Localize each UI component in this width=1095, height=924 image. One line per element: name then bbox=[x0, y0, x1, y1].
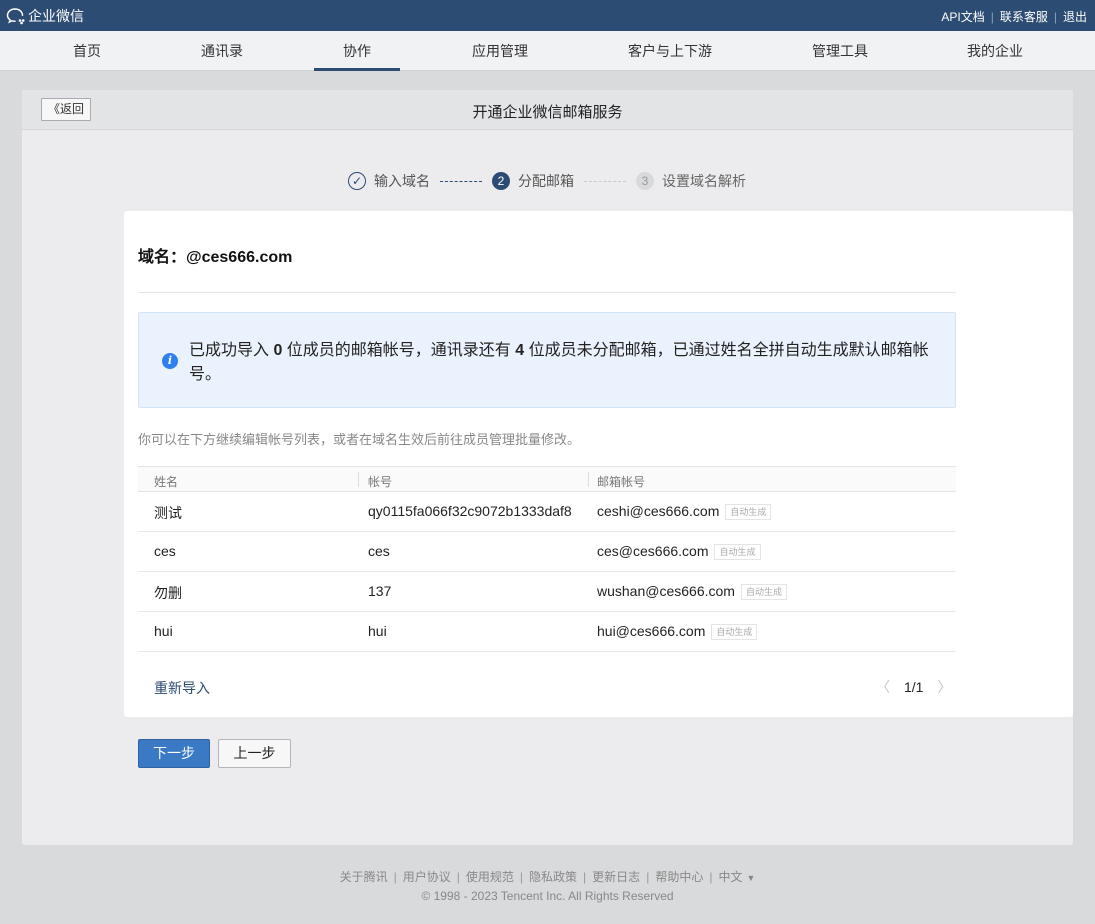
next-step-button[interactable]: 下一步 bbox=[138, 739, 210, 768]
cell-email: hui@ces666.com 自动生成 bbox=[597, 623, 758, 641]
nav-customers[interactable]: 客户与上下游 bbox=[610, 31, 730, 71]
table-row[interactable]: 测试 qy0115fa066f32c9072b1333daf8 ceshi@ce… bbox=[138, 492, 956, 532]
caret-down-icon: ▼ bbox=[746, 873, 756, 883]
cell-name: 勿删 bbox=[154, 585, 182, 601]
step-number: 2 bbox=[492, 172, 510, 190]
divider: | bbox=[456, 870, 460, 884]
nav-contacts[interactable]: 通讯录 bbox=[172, 31, 272, 71]
app-title: 企业微信 bbox=[28, 8, 84, 24]
app-logo[interactable]: 企业微信 bbox=[6, 6, 84, 26]
info-notice: i 已成功导入 0 位成员的邮箱帐号，通讯录还有 4 位成员未分配邮箱，已通过姓… bbox=[138, 312, 956, 408]
language-label: 中文 bbox=[718, 870, 743, 884]
wecom-logo-icon bbox=[6, 8, 25, 25]
step-label: 分配邮箱 bbox=[518, 173, 574, 189]
nav-home[interactable]: 首页 bbox=[38, 31, 136, 71]
cell-email: wushan@ces666.com 自动生成 bbox=[597, 583, 787, 601]
step-input-domain: ✓ 输入域名 bbox=[348, 171, 430, 191]
nav-app-management[interactable]: 应用管理 bbox=[450, 31, 550, 71]
divider: | bbox=[393, 870, 397, 884]
step-dns-setup: 3 设置域名解析 bbox=[636, 171, 746, 191]
col-divider bbox=[358, 472, 359, 487]
top-links: API文档 | 联系客服 | 退出 bbox=[941, 8, 1087, 25]
col-email: 邮箱帐号 bbox=[597, 475, 646, 489]
cell-account: qy0115fa066f32c9072b1333daf8 bbox=[368, 503, 572, 519]
nav-collaboration[interactable]: 协作 bbox=[314, 31, 400, 71]
reimport-link[interactable]: 重新导入 bbox=[154, 678, 210, 698]
cell-name: 测试 bbox=[154, 505, 182, 521]
cell-account: ces bbox=[368, 543, 390, 559]
logout-link[interactable]: 退出 bbox=[1063, 8, 1087, 25]
copyright: © 1998 - 2023 Tencent Inc. All Rights Re… bbox=[421, 889, 674, 903]
footer-link-changelog[interactable]: 更新日志 bbox=[592, 870, 640, 884]
divider: | bbox=[646, 870, 650, 884]
table-row[interactable]: hui hui hui@ces666.com 自动生成 bbox=[138, 612, 956, 652]
auto-generated-badge: 自动生成 bbox=[725, 504, 772, 521]
col-name: 姓名 bbox=[154, 475, 179, 489]
cell-name: ces bbox=[154, 543, 176, 559]
divider: | bbox=[583, 870, 587, 884]
prev-step-button[interactable]: 上一步 bbox=[218, 739, 291, 768]
chevron-right-icon[interactable]: 〉 bbox=[937, 677, 951, 697]
check-icon: ✓ bbox=[348, 172, 366, 190]
language-selector[interactable]: 中文 ▼ bbox=[718, 870, 755, 884]
divider: | bbox=[709, 870, 713, 884]
auto-generated-badge: 自动生成 bbox=[714, 544, 761, 561]
step-label: 输入域名 bbox=[374, 173, 430, 189]
info-icon: i bbox=[162, 353, 178, 369]
contact-support-link[interactable]: 联系客服 bbox=[1000, 8, 1048, 25]
step-connector bbox=[584, 180, 626, 182]
chevron-left-icon[interactable]: 〈 bbox=[876, 677, 890, 697]
divider: | bbox=[519, 870, 524, 884]
col-account: 帐号 bbox=[368, 475, 393, 489]
footer-link-privacy[interactable]: 隐私政策 bbox=[529, 870, 577, 884]
table-header: 姓名 帐号 邮箱帐号 bbox=[138, 466, 956, 492]
top-bar: 企业微信 API文档 | 联系客服 | 退出 bbox=[0, 0, 1095, 31]
footer-link-help[interactable]: 帮助中心 bbox=[655, 870, 703, 884]
divider bbox=[138, 292, 956, 293]
table-row[interactable]: 勿删 137 wushan@ces666.com 自动生成 bbox=[138, 572, 956, 612]
step-connector bbox=[440, 180, 482, 182]
cell-account: 137 bbox=[368, 583, 392, 599]
progress-steps: ✓ 输入域名 2 分配邮箱 3 设置域名解析 bbox=[348, 170, 746, 192]
notice-text: 已成功导入 0 位成员的邮箱帐号，通讯录还有 4 位成员未分配邮箱，已通过姓名全… bbox=[189, 339, 929, 387]
notice-segment: 位成员的邮箱帐号，通讯录还有 bbox=[282, 342, 516, 359]
email-value[interactable]: ceshi@ces666.com bbox=[597, 503, 719, 519]
cell-name: hui bbox=[154, 623, 173, 639]
unassigned-count: 4 bbox=[515, 342, 525, 359]
auto-generated-badge: 自动生成 bbox=[711, 624, 758, 641]
footer-link-terms[interactable]: 用户协议 bbox=[403, 870, 451, 884]
cell-account: hui bbox=[368, 623, 387, 639]
email-value[interactable]: ces@ces666.com bbox=[597, 543, 708, 559]
notice-segment: 已成功导入 bbox=[189, 342, 274, 359]
footer-link-about[interactable]: 关于腾讯 bbox=[340, 870, 388, 884]
step-assign-mailbox: 2 分配邮箱 bbox=[492, 171, 574, 191]
domain-title: 域名：@ces666.com bbox=[138, 249, 293, 266]
email-value[interactable]: wushan@ces666.com bbox=[597, 583, 735, 599]
main-panel: 《返回 开通企业微信邮箱服务 ✓ 输入域名 2 分配邮箱 3 设置域名解析 域名… bbox=[22, 90, 1073, 845]
divider: | bbox=[990, 9, 994, 24]
email-value[interactable]: hui@ces666.com bbox=[597, 623, 705, 639]
mailbox-card: 域名：@ces666.com i 已成功导入 0 位成员的邮箱帐号，通讯录还有 … bbox=[124, 211, 1073, 717]
pagination: 〈 1/1 〉 bbox=[876, 677, 951, 697]
nav-management-tools[interactable]: 管理工具 bbox=[790, 31, 890, 71]
page-title: 开通企业微信邮箱服务 bbox=[472, 104, 623, 121]
cell-email: ces@ces666.com 自动生成 bbox=[597, 543, 761, 561]
page-indicator: 1/1 bbox=[904, 679, 924, 695]
step-label: 设置域名解析 bbox=[662, 173, 746, 189]
col-divider bbox=[588, 472, 589, 487]
api-docs-link[interactable]: API文档 bbox=[941, 8, 984, 25]
panel-header: 《返回 开通企业微信邮箱服务 bbox=[22, 90, 1073, 130]
main-nav: 首页 通讯录 协作 应用管理 客户与上下游 管理工具 我的企业 bbox=[0, 31, 1095, 71]
cell-email: ceshi@ces666.com 自动生成 bbox=[597, 503, 772, 521]
table-row[interactable]: ces ces ces@ces666.com 自动生成 bbox=[138, 532, 956, 572]
auto-generated-badge: 自动生成 bbox=[740, 584, 787, 601]
footer-link-rules[interactable]: 使用规范 bbox=[466, 870, 514, 884]
footer-links: 关于腾讯 | 用户协议 | 使用规范 | 隐私政策 | 更新日志 | 帮助中心 | 中文 ▼ bbox=[0, 868, 1095, 885]
nav-my-enterprise[interactable]: 我的企业 bbox=[945, 31, 1045, 71]
accounts-table: 姓名 帐号 邮箱帐号 测试 qy0115fa066f32c9072b1333da… bbox=[138, 466, 956, 652]
divider: | bbox=[1053, 9, 1057, 24]
edit-hint: 你可以在下方继续编辑帐号列表，或者在域名生效后前往成员管理批量修改。 bbox=[138, 432, 581, 447]
step-number: 3 bbox=[636, 172, 654, 190]
